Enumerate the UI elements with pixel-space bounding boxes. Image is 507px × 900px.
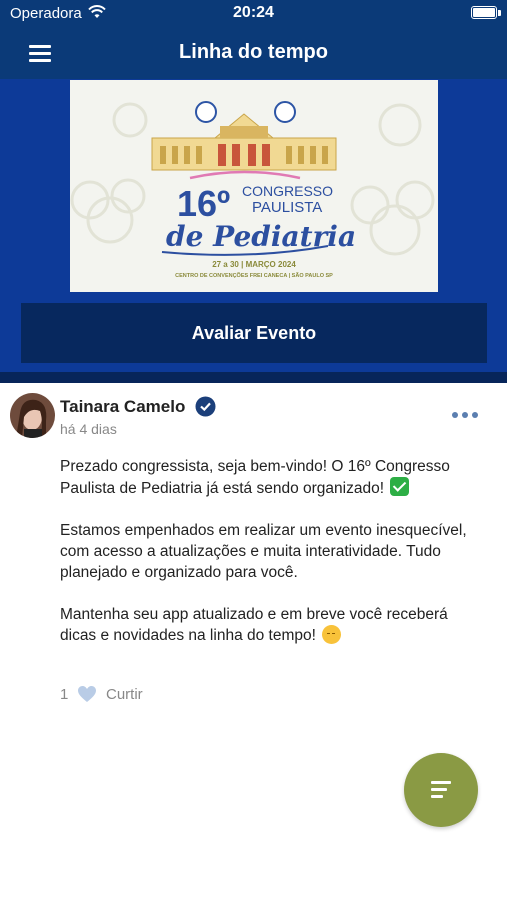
heart-icon[interactable] — [77, 685, 97, 703]
post-body: Prezado congressista, seja bem-vindo! O … — [60, 456, 480, 667]
banner-edition: 16º — [177, 183, 230, 224]
banner-venue: CENTRO DE CONVENÇÕES FREI CANECA | SÃO P… — [175, 272, 333, 279]
clock: 20:24 — [233, 4, 274, 21]
event-banner-image[interactable]: 16º CONGRESSO PAULISTA de Pediatria 27 a… — [70, 80, 438, 292]
event-hero: 16º CONGRESSO PAULISTA de Pediatria 27 a… — [0, 79, 507, 383]
page-title: Linha do tempo — [179, 41, 328, 63]
post-paragraph-1: Prezado congressista, seja bem-vindo! O … — [60, 458, 450, 497]
check-mark-emoji-icon — [390, 477, 410, 496]
sort-filter-icon[interactable] — [404, 753, 478, 827]
like-count: 1 — [60, 686, 69, 703]
verified-check-icon — [195, 396, 216, 417]
post-paragraph-2: Estamos empenhados em realizar um evento… — [60, 522, 467, 581]
rate-event-button[interactable]: Avaliar Evento — [21, 303, 487, 363]
more-horizontal-icon[interactable] — [448, 404, 482, 424]
banner-script: de Pediatria — [166, 220, 356, 253]
post-paragraph-3: Mantenha seu app atualizado e em breve v… — [60, 606, 448, 644]
status-bar: Operadora 20:24 — [0, 0, 507, 28]
banner-artwork: 16º CONGRESSO PAULISTA de Pediatria 27 a… — [70, 101, 435, 279]
banner-line1: CONGRESSO — [242, 183, 333, 199]
hero-divider — [0, 372, 507, 383]
battery-cap — [498, 10, 501, 16]
app-bar: Linha do tempo — [0, 28, 507, 79]
banner-date: 27 a 30 | MARÇO 2024 — [212, 260, 296, 269]
battery-icon — [471, 6, 497, 19]
banner-line2: PAULISTA — [252, 199, 322, 216]
hugging-face-emoji-icon — [322, 625, 342, 644]
post-timestamp: há 4 dias — [60, 421, 117, 437]
like-button[interactable]: Curtir — [106, 686, 143, 703]
post-author-name[interactable]: Tainara Camelo — [60, 397, 185, 417]
avatar[interactable] — [10, 393, 55, 438]
